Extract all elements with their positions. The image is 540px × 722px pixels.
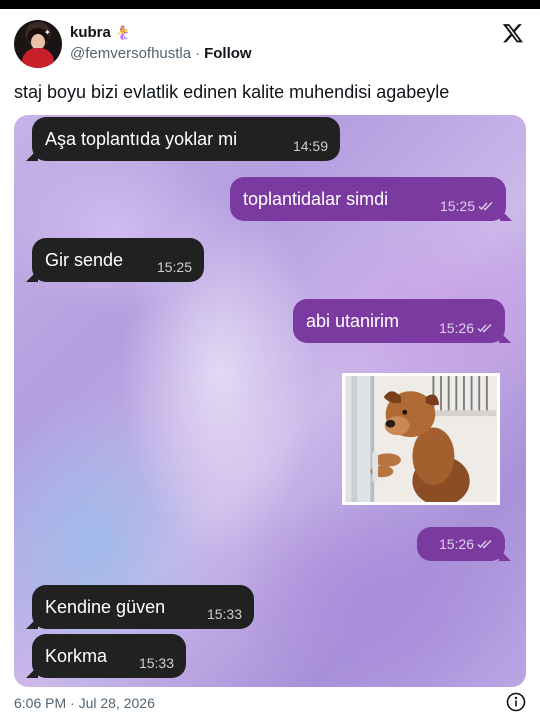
double-check-icon — [477, 540, 492, 549]
x-logo-icon[interactable] — [502, 22, 524, 44]
name-row: kubra 🧜‍♀️ — [70, 24, 131, 41]
chat-bubble-incoming: Aşa toplantıda yoklar mi 14:59 — [32, 117, 340, 161]
dog-sticker-image — [345, 376, 497, 502]
sparkle-icon: ✦ — [44, 28, 51, 37]
message-text: Korkma — [45, 645, 108, 666]
profile-avatar[interactable]: ✦ — [14, 20, 62, 68]
message-time: 15:26 — [439, 320, 493, 336]
double-check-icon — [477, 324, 492, 333]
message-time: 15:25 — [156, 259, 192, 275]
message-text: toplantidalar simdi — [243, 188, 389, 209]
chat-bubble-incoming: Gir sende 15:25 — [32, 238, 204, 282]
chat-bubble-outgoing: abi utanirim 15:26 — [293, 299, 505, 343]
chat-bubble-incoming: Korkma 15:33 — [32, 634, 186, 678]
message-text: Gir sende — [45, 249, 124, 270]
avatar-shoulders — [22, 48, 54, 68]
message-time: 15:26 — [439, 536, 493, 552]
user-handle[interactable]: @femversofhustla — [70, 45, 191, 62]
mermaid-emoji-icon: 🧜‍♀️ — [114, 24, 132, 40]
follow-button[interactable]: Follow — [204, 45, 252, 62]
handle-separator: · — [195, 45, 201, 62]
message-text: Aşa toplantıda yoklar mi — [45, 128, 238, 149]
sticker-time-bubble: 15:26 — [417, 527, 505, 561]
shy-dog-peeking-sticker[interactable] — [342, 373, 500, 505]
top-status-strip — [0, 0, 540, 9]
chat-bubble-outgoing: toplantidalar simdi 15:25 — [230, 177, 506, 221]
tweet-timestamp[interactable]: 6:06 PM · Jul 28, 2026 — [14, 695, 155, 711]
message-text: Kendine güven — [45, 596, 166, 617]
message-time: 14:59 — [292, 138, 328, 154]
tweet-text: staj boyu bizi evlatlik edinen kalite mu… — [14, 82, 450, 102]
message-text: abi utanirim — [306, 310, 400, 331]
message-time: 15:33 — [206, 606, 242, 622]
message-time: 15:25 — [440, 198, 494, 214]
chat-bubble-incoming: Kendine güven 15:33 — [32, 585, 254, 629]
message-time: 15:33 — [138, 655, 174, 671]
display-name[interactable]: kubra — [70, 24, 111, 41]
tweet-media-chat-screenshot[interactable]: Aşa toplantıda yoklar mi 14:59 toplantid… — [14, 115, 526, 687]
tweet-header: ✦ kubra 🧜‍♀️ @femversofhustla · Follow — [14, 20, 526, 70]
handle-row: @femversofhustla · Follow — [70, 45, 252, 62]
double-check-icon — [478, 202, 493, 211]
info-icon[interactable] — [506, 692, 526, 712]
